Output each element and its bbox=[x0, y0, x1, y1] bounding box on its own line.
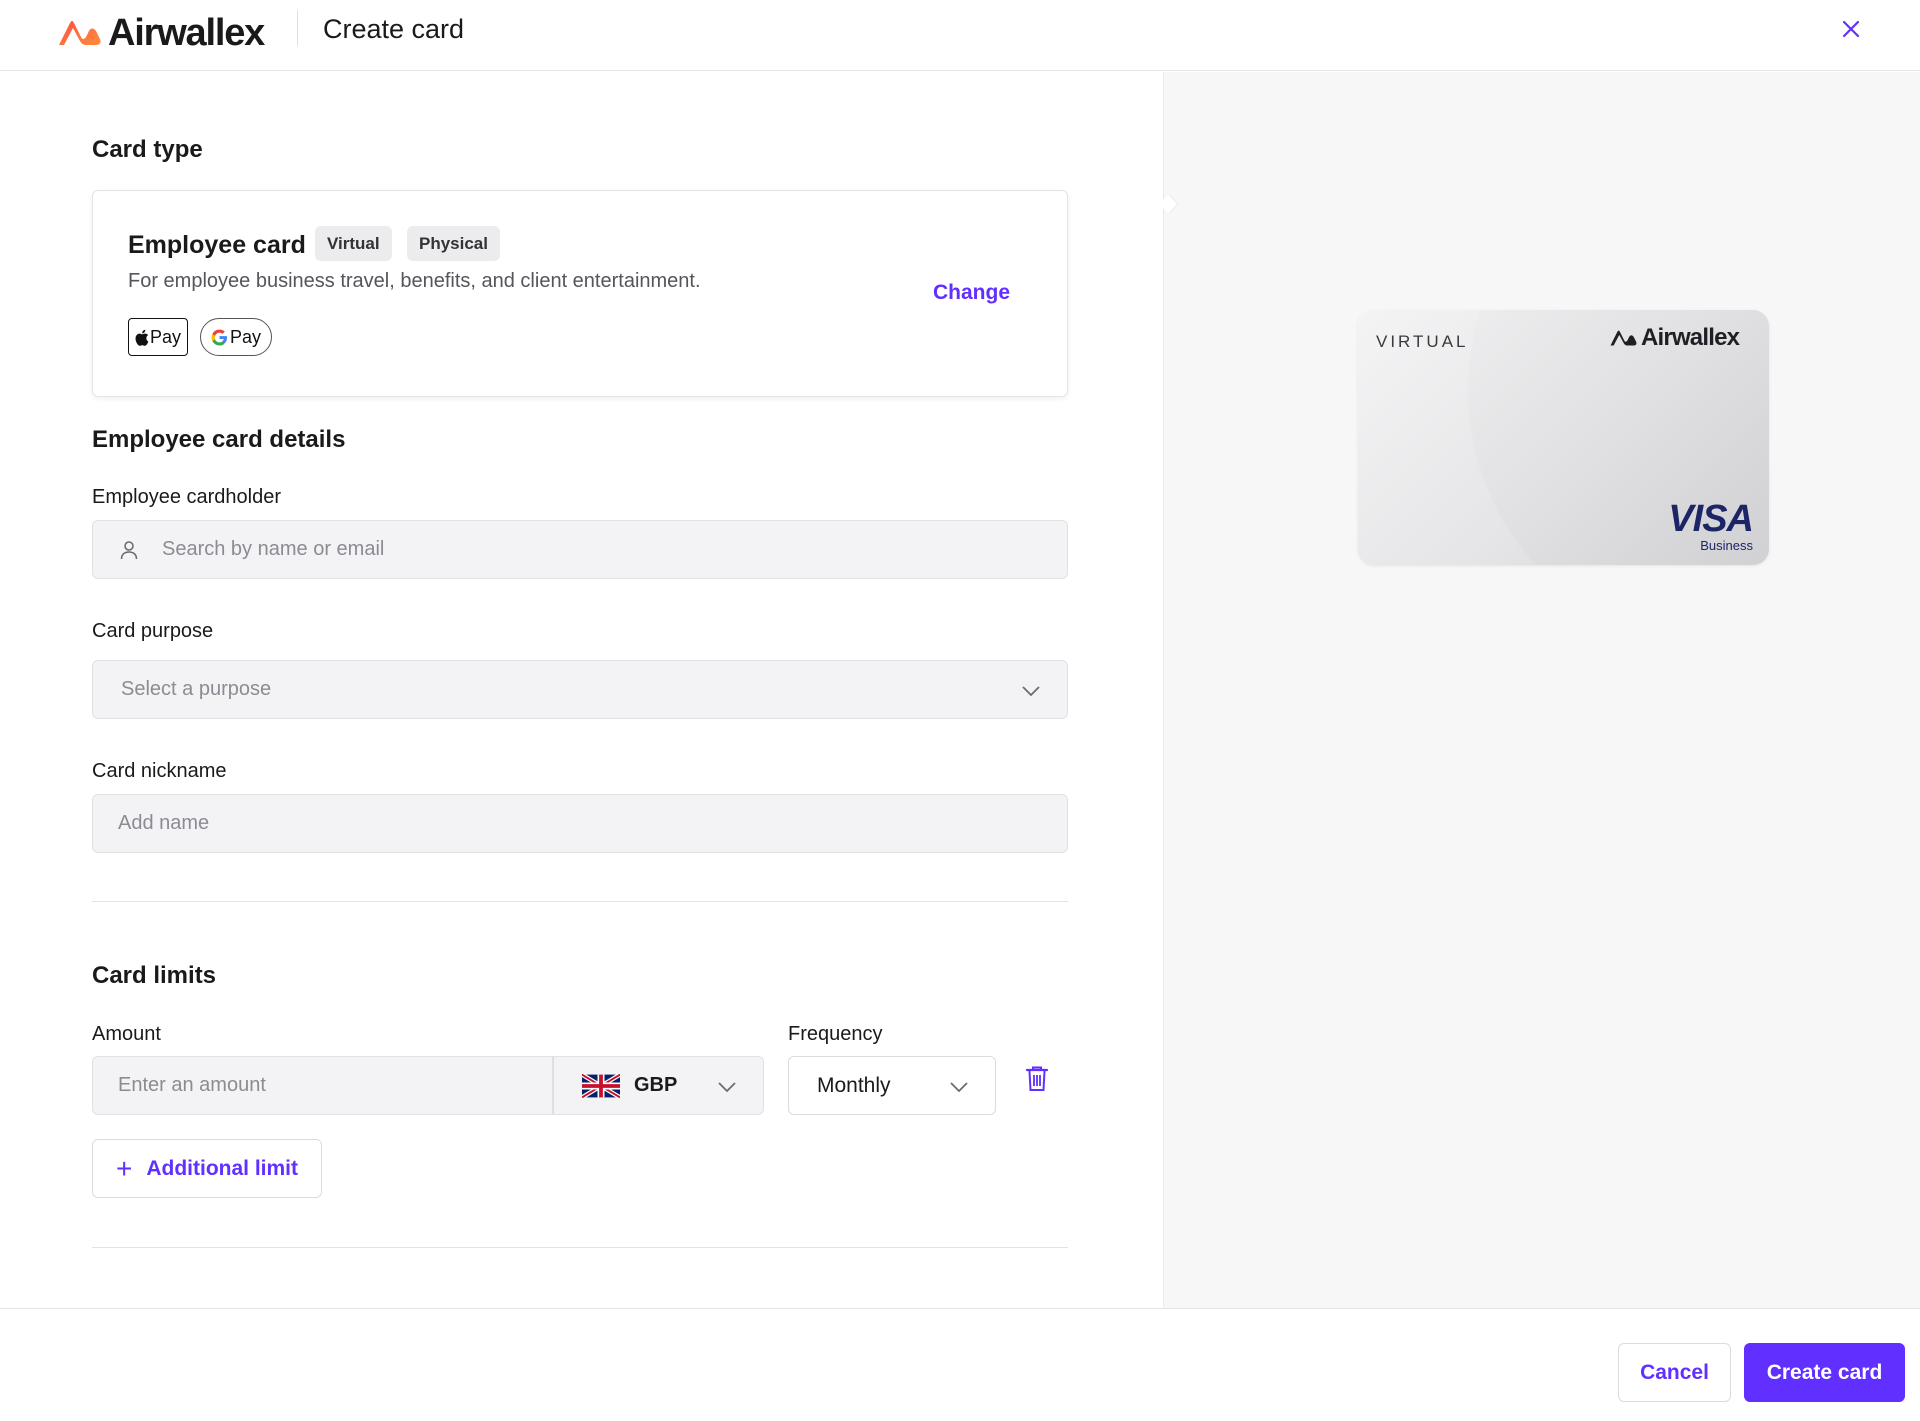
google-pay-badge: Pay bbox=[200, 318, 272, 356]
cardholder-placeholder: Search by name or email bbox=[162, 538, 385, 560]
card-type-option: Employee card Virtual Physical For emplo… bbox=[92, 190, 1068, 397]
chevron-down-icon bbox=[950, 1082, 968, 1092]
card-preview: VIRTUAL Airwallex VISA Business bbox=[1358, 310, 1769, 565]
apple-pay-badge: Pay bbox=[128, 318, 188, 356]
trash-icon bbox=[1025, 1066, 1049, 1091]
visa-business-label: Business bbox=[1700, 538, 1753, 553]
purpose-label: Card purpose bbox=[92, 620, 214, 642]
card-brand-name: Airwallex bbox=[1641, 324, 1740, 351]
section-divider bbox=[92, 1247, 1068, 1248]
google-g-icon bbox=[211, 329, 228, 346]
additional-limit-button[interactable]: + Additional limit bbox=[92, 1139, 322, 1198]
amount-label: Amount bbox=[92, 1023, 161, 1045]
additional-limit-label: Additional limit bbox=[146, 1156, 299, 1180]
frequency-value: Monthly bbox=[817, 1073, 891, 1097]
amount-placeholder: Enter an amount bbox=[118, 1074, 266, 1096]
uk-flag-icon bbox=[582, 1073, 620, 1098]
close-icon bbox=[1842, 20, 1860, 38]
cancel-button[interactable]: Cancel bbox=[1618, 1343, 1731, 1402]
footer-bar: Cancel Create card bbox=[0, 1308, 1920, 1421]
purpose-select[interactable]: Select a purpose bbox=[92, 660, 1068, 719]
create-card-button[interactable]: Create card bbox=[1744, 1343, 1905, 1402]
header-divider bbox=[297, 10, 298, 46]
virtual-badge: Virtual bbox=[315, 226, 392, 261]
top-bar: Airwallex Create card bbox=[0, 0, 1920, 71]
section-divider bbox=[92, 901, 1068, 902]
card-details-heading: Employee card details bbox=[92, 426, 346, 453]
brand-name: Airwallex bbox=[108, 11, 265, 54]
card-type-label: VIRTUAL bbox=[1376, 332, 1469, 351]
amount-input[interactable]: Enter an amount bbox=[92, 1056, 553, 1115]
physical-badge: Physical bbox=[407, 226, 500, 261]
currency-select[interactable]: GBP bbox=[553, 1056, 764, 1115]
frequency-select[interactable]: Monthly bbox=[788, 1056, 996, 1115]
card-type-description: For employee business travel, benefits, … bbox=[128, 270, 701, 292]
nickname-input[interactable]: Add name bbox=[92, 794, 1068, 853]
nickname-placeholder: Add name bbox=[118, 812, 210, 834]
change-card-type-link[interactable]: Change bbox=[933, 281, 1010, 305]
airwallex-logo: Airwallex bbox=[56, 10, 265, 56]
apple-pay-label: Pay bbox=[149, 326, 182, 347]
airwallex-logo-icon bbox=[59, 21, 101, 45]
person-icon bbox=[120, 540, 138, 559]
cardholder-label: Employee cardholder bbox=[92, 486, 281, 508]
page-title: Create card bbox=[323, 14, 465, 44]
chevron-down-icon bbox=[1022, 686, 1040, 696]
card-brand-logo: Airwallex bbox=[1608, 324, 1740, 352]
close-button[interactable] bbox=[1836, 14, 1866, 44]
preview-panel bbox=[1163, 72, 1920, 1308]
purpose-placeholder: Select a purpose bbox=[121, 678, 272, 700]
chevron-down-icon bbox=[718, 1082, 736, 1092]
card-type-heading: Card type bbox=[92, 136, 203, 163]
currency-value: GBP bbox=[634, 1074, 678, 1096]
delete-limit-button[interactable] bbox=[1025, 1066, 1050, 1094]
visa-logo: VISA bbox=[1668, 498, 1754, 540]
airwallex-logo-icon bbox=[1610, 330, 1637, 346]
google-pay-label: Pay bbox=[229, 326, 262, 347]
frequency-label: Frequency bbox=[788, 1023, 883, 1045]
card-limits-heading: Card limits bbox=[92, 962, 217, 989]
card-type-name: Employee card bbox=[128, 231, 306, 259]
cardholder-search-input[interactable]: Search by name or email bbox=[92, 520, 1068, 579]
plus-icon: + bbox=[116, 1152, 133, 1184]
apple-icon bbox=[135, 329, 149, 346]
nickname-label: Card nickname bbox=[92, 760, 227, 782]
